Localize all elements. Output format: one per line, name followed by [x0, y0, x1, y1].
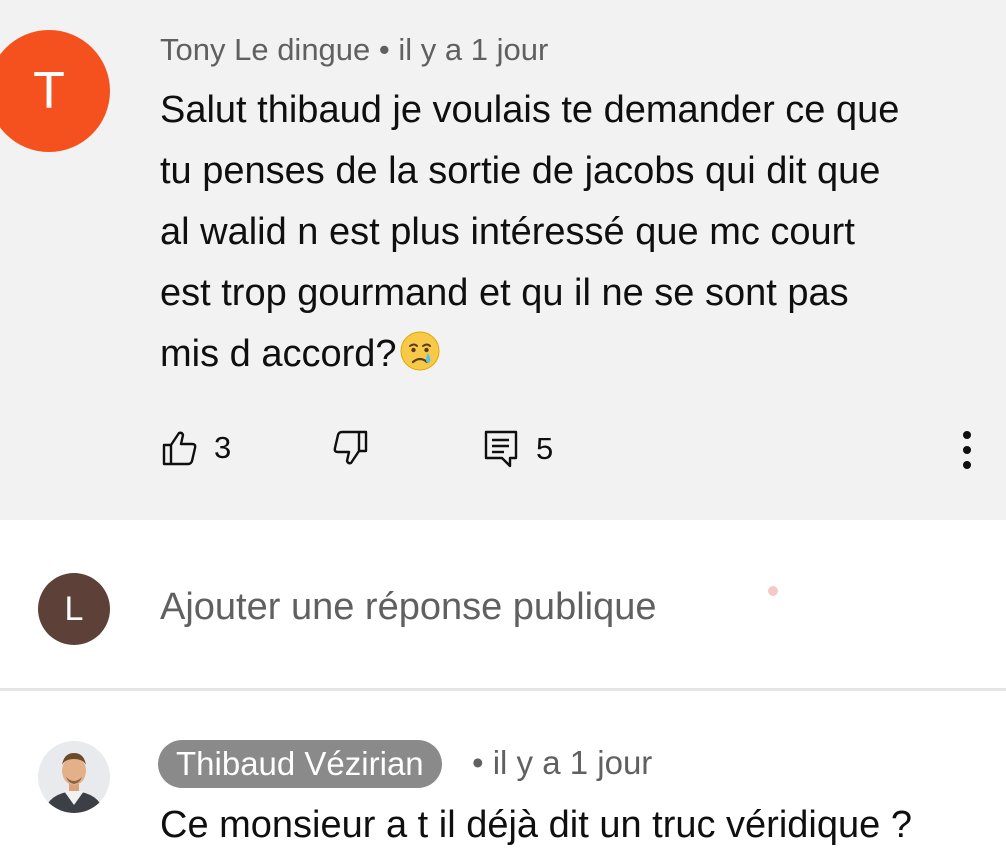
reply-body: Ce monsieur a t il déjà dit un truc véri… [160, 804, 912, 846]
replies-button[interactable]: 5 [482, 428, 553, 470]
thumbs-up-icon [162, 431, 197, 466]
comment-author[interactable]: Tony Le dingue [160, 32, 370, 67]
comment-line: mis d accord? [160, 333, 397, 375]
more-vert-icon [963, 431, 971, 469]
channel-owner-badge[interactable]: Thibaud Vézirian [158, 740, 442, 788]
like-button[interactable]: 3 [160, 428, 231, 468]
current-user-avatar: L [38, 573, 110, 645]
highlighted-comment: T Tony Le dingue • il y a 1 jour Salut t… [0, 0, 1006, 520]
comment-icon [484, 430, 518, 468]
add-reply-row[interactable]: L Ajouter une réponse publique [0, 520, 1006, 688]
reply-time: • il y a 1 jour [472, 744, 653, 781]
reply-author-avatar[interactable] [38, 741, 110, 813]
decorative-dot [768, 586, 778, 596]
like-count: 3 [214, 430, 232, 465]
avatar-letter: L [64, 589, 84, 628]
profile-photo-icon [38, 741, 110, 813]
comments-page: T Tony Le dingue • il y a 1 jour Salut t… [0, 0, 1006, 867]
comment-time: il y a 1 jour [398, 32, 549, 67]
meta-separator: • [370, 32, 399, 67]
comment-body: Salut thibaud je voulais te demander ce … [160, 80, 990, 385]
more-options-button[interactable] [950, 428, 984, 472]
dislike-button[interactable] [330, 428, 370, 468]
reply-author: Thibaud Vézirian [176, 745, 424, 782]
comment-line: al walid n est plus intéressé que mc cou… [160, 211, 855, 253]
crying-face-icon [400, 331, 440, 371]
comment-line: est trop gourmand et qu il ne se sont pa… [160, 272, 849, 314]
divider [0, 688, 1006, 691]
avatar-letter: T [33, 62, 65, 120]
author-avatar[interactable]: T [0, 30, 110, 152]
comment-line: Salut thibaud je voulais te demander ce … [160, 89, 900, 131]
comment-meta: Tony Le dingue • il y a 1 jour [160, 32, 548, 68]
replies-count: 5 [536, 431, 554, 466]
comment-line-last: mis d accord? [160, 324, 990, 385]
reply-input[interactable]: Ajouter une réponse publique [160, 586, 657, 629]
comment-line: tu penses de la sortie de jacobs qui dit… [160, 150, 881, 192]
thumbs-down-icon [333, 430, 368, 465]
